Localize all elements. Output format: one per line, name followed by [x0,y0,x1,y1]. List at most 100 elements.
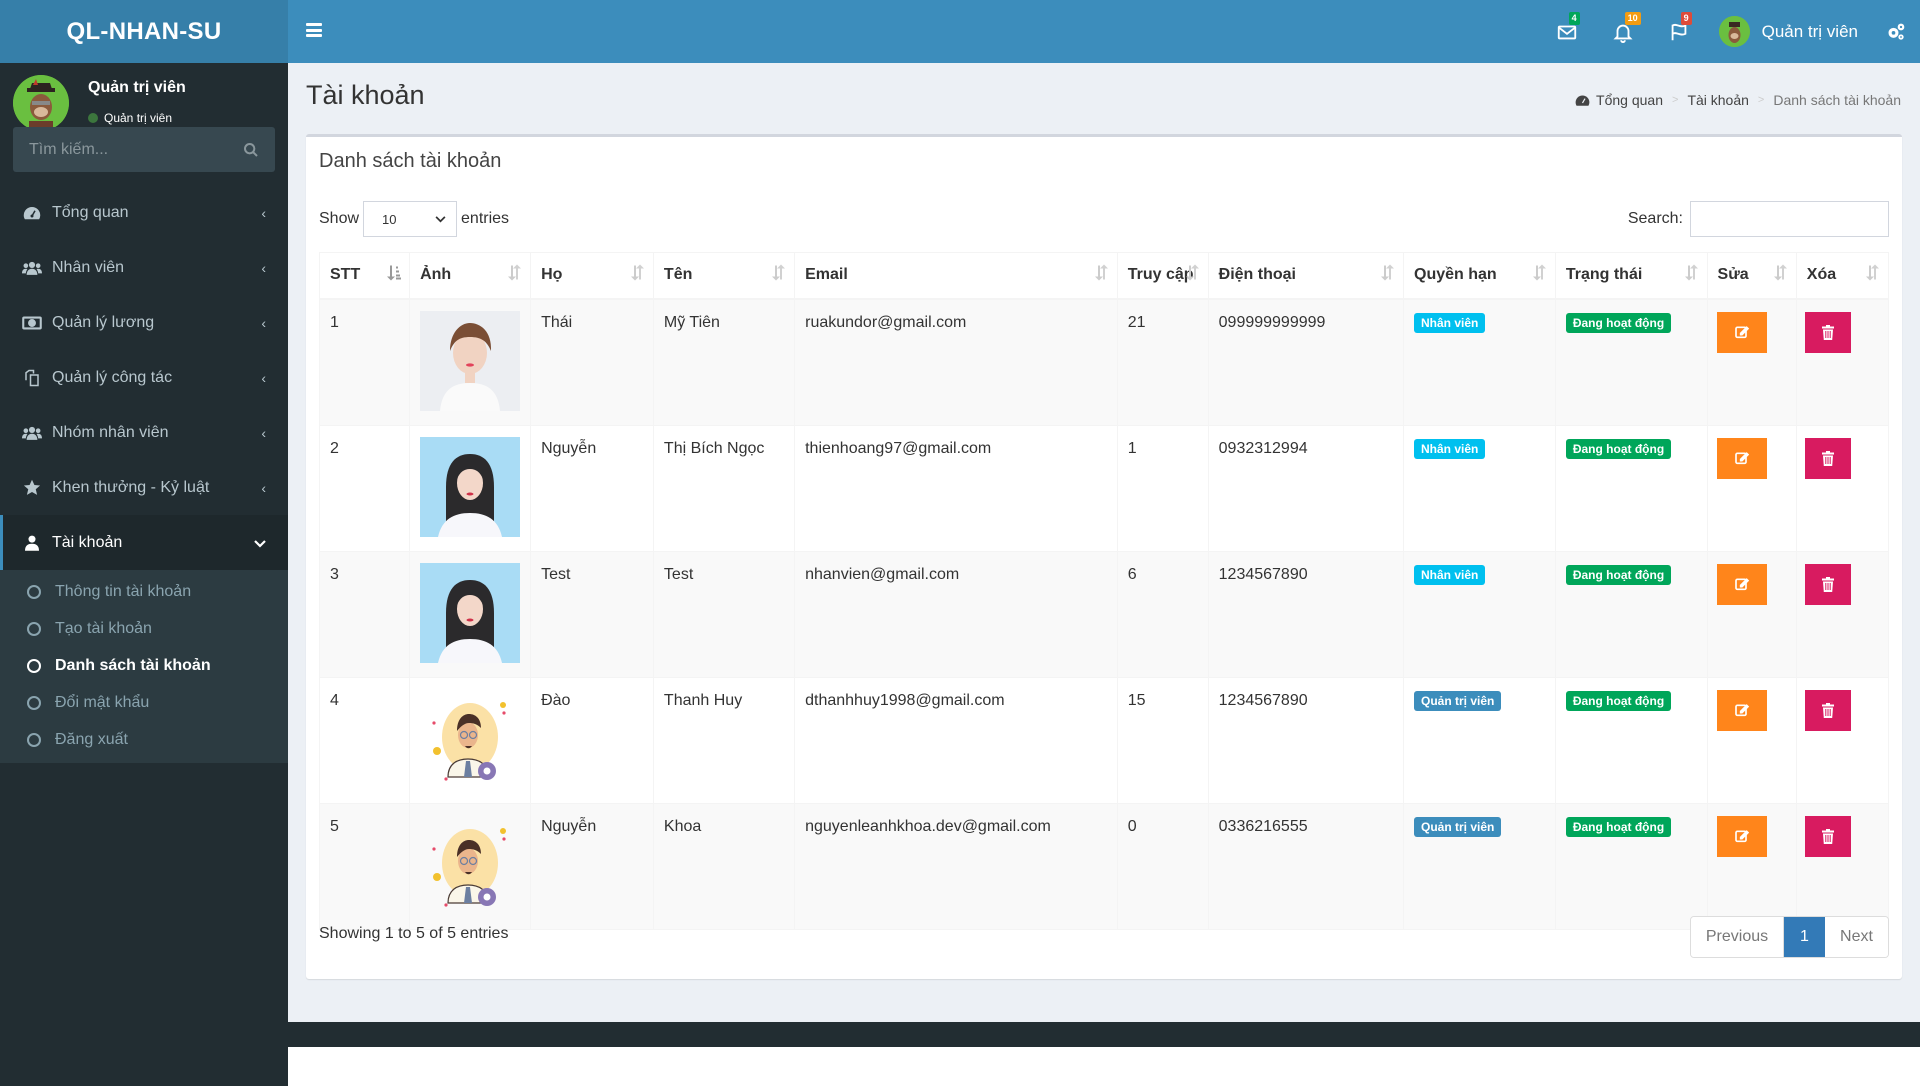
sidebar-item-tong-quan[interactable]: Tổng quan ‹ [0,185,288,240]
user-name: Quản trị viên [88,79,186,96]
pagination-next[interactable]: Next [1825,917,1888,957]
cell-edit [1706,298,1797,426]
sort-both-icon[interactable] [1532,264,1547,286]
search-label: Search: [1627,210,1683,227]
tasks-button[interactable]: 9 [1651,0,1707,63]
column-header[interactable]: STT [318,252,411,300]
cell-ten: Thị Bích Ngọc [652,424,796,552]
edit-icon [1734,452,1749,465]
sort-both-icon[interactable] [1094,264,1109,286]
column-header[interactable]: Trạng thái [1554,252,1708,300]
sort-ascending-icon[interactable] [387,265,402,286]
submenu-item-dang-xuat[interactable]: Đăng xuất [0,721,288,758]
circle-icon [27,732,41,747]
cell-photo [409,424,532,552]
sort-both-icon[interactable] [1684,264,1699,286]
pagination-previous[interactable]: Previous [1691,917,1784,957]
edit-button[interactable] [1716,689,1767,731]
sidebar-item-label: Quản lý công tác [52,368,173,386]
page-length-select[interactable]: 10 [363,201,458,237]
control-sidebar-button[interactable] [1872,0,1920,63]
sort-both-icon[interactable] [1866,264,1880,286]
avatar-photo [420,815,520,915]
delete-button[interactable] [1804,311,1851,353]
column-header[interactable]: Họ [530,252,654,300]
table-header-row: STT Ảnh Họ Tên Email Truy cập Điện thoại Quyền … [318,252,1890,300]
column-header[interactable]: Sửa [1706,252,1797,300]
breadcrumb-tai-khoan[interactable]: Tài khoản [1687,92,1748,108]
submenu-item-tao-tai-khoan[interactable]: Tạo tài khoản [0,610,288,647]
search-icon[interactable] [243,142,259,158]
column-header-label: Email [805,266,848,284]
delete-button[interactable] [1804,437,1851,479]
sidebar-item-khen-thuong-ky-luat[interactable]: Khen thưởng - Kỷ luật ‹ [0,460,288,515]
sort-both-icon[interactable] [772,264,786,286]
cell-photo [409,550,532,678]
users-icon [22,259,42,277]
sidebar-menu: Tổng quan ‹ Nhân viên ‹ Quản lý lương ‹ … [0,185,288,763]
app-logo[interactable]: QL-NHAN-SU [0,0,288,63]
column-header-label: Truy cập [1127,266,1194,284]
column-header[interactable]: Tên [652,252,796,300]
sort-both-icon[interactable] [1381,264,1395,286]
sidebar-search[interactable] [13,127,275,172]
box-title: Danh sách tài khoản [319,150,502,172]
cell-trang-thai: Đang hoạt động [1554,802,1708,930]
sidebar-item-tai-khoan[interactable]: Tài khoản [0,515,288,570]
pagination-page[interactable]: 1 [1784,917,1825,957]
breadcrumb-tong-quan[interactable]: Tổng quan [1596,92,1663,108]
user-status: Quản trị viên [88,111,172,125]
delete-button[interactable] [1804,689,1851,731]
role-badge: Quản trị viên [1414,690,1502,711]
column-header-label: Điện thoại [1218,266,1296,284]
chevron-left-icon: ‹ [261,204,266,221]
sort-both-icon[interactable] [630,264,645,286]
cell-stt: 1 [318,298,411,426]
sort-both-icon[interactable] [1773,264,1788,286]
column-header-label: Quyền hạn [1414,266,1497,284]
sidebar-search-input[interactable] [29,140,243,159]
edit-button[interactable] [1716,437,1767,479]
sidebar-item-nhom-nhan-vien[interactable]: Nhóm nhân viên ‹ [0,405,288,460]
money-icon [22,314,42,332]
messages-button[interactable]: 4 [1539,0,1595,63]
column-header[interactable]: Email [794,252,1118,300]
app-logo-text: QL-NHAN-SU [66,17,222,45]
edit-button[interactable] [1716,311,1767,353]
sort-both-icon[interactable] [1185,264,1200,286]
notifications-button[interactable]: 10 [1595,0,1651,63]
submenu-item-thong-tin-tai-khoan[interactable]: Thông tin tài khoản [0,573,288,610]
delete-button[interactable] [1804,815,1851,857]
column-header[interactable]: Truy cập [1116,252,1209,300]
sidebar-item-nhan-vien[interactable]: Nhân viên ‹ [0,240,288,295]
submenu-item-label: Đổi mật khẩu [55,693,150,711]
status-badge: Đang hoạt động [1565,564,1672,585]
edit-button[interactable] [1716,563,1767,605]
column-header[interactable]: Xóa [1795,252,1890,300]
cell-delete [1795,802,1890,930]
breadcrumb-current: Danh sách tài khoản [1773,92,1901,108]
column-header[interactable]: Quyền hạn [1403,252,1556,300]
sidebar-toggle-button[interactable] [306,23,322,37]
column-header[interactable]: Ảnh [409,252,532,300]
role-badge: Quản trị viên [1414,816,1502,837]
delete-button[interactable] [1804,563,1851,605]
sidebar-item-quan-ly-luong[interactable]: Quản lý lương ‹ [0,295,288,350]
sidebar-item-label: Nhân viên [52,258,125,276]
user-icon [22,534,42,552]
table-search-input[interactable] [1690,201,1889,237]
edit-button[interactable] [1716,815,1767,857]
user-menu-name: Quản trị viên [1761,21,1858,41]
cell-ho: Nguyễn [530,802,654,930]
submenu-item-label: Đăng xuất [55,730,128,748]
column-header-label: Xóa [1806,266,1837,284]
submenu-item-danh-sach-tai-khoan[interactable]: Danh sách tài khoản [0,647,288,684]
top-navbar: 4 10 9 Quản trị viên [288,0,1920,63]
sidebar-item-label: Khen thưởng - Kỷ luật [52,478,210,496]
user-menu[interactable]: Quản trị viên [1707,0,1872,63]
sort-both-icon[interactable] [508,264,522,286]
column-header[interactable]: Điện thoại [1207,252,1405,300]
cell-stt: 3 [318,550,411,678]
sidebar-item-quan-ly-cong-tac[interactable]: Quản lý công tác ‹ [0,350,288,405]
submenu-item-doi-mat-khau[interactable]: Đổi mật khẩu [0,684,288,721]
